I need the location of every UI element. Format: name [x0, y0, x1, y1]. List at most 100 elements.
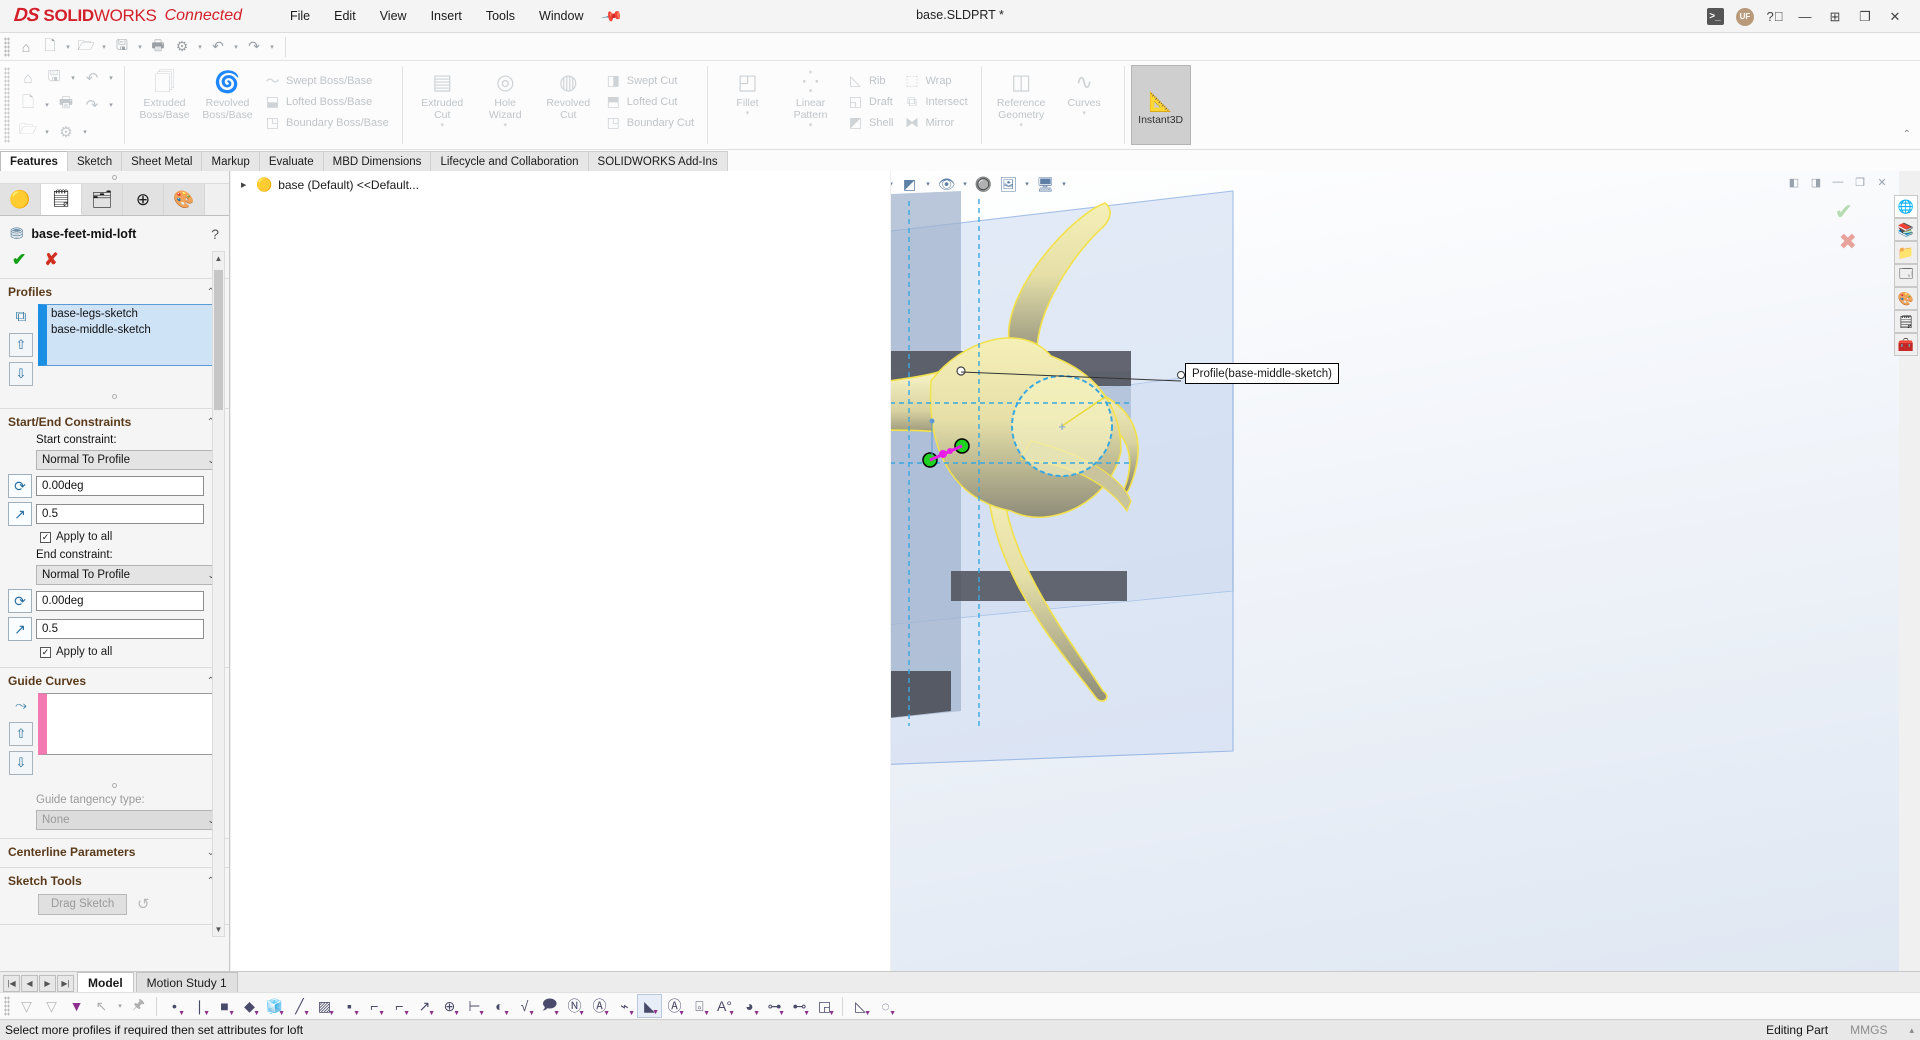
- filter-vertices-icon[interactable]: • ▼: [162, 994, 187, 1018]
- extruded-cut-button[interactable]: ▤ Extruded Cut ▾: [411, 65, 474, 130]
- 3dexperience-marketplace-icon[interactable]: 🧰: [1894, 333, 1918, 356]
- graphics-viewport[interactable]: 🔎 🔍 🔙 ▥ 🧊 ▾ ◩ ▾ 👁 ▾ 🔘 🖼 ▾ 🖥 ▾ ◧ ◨ — ❐ ✕ …: [891, 171, 1899, 971]
- file-explorer-icon[interactable]: 📁: [1894, 241, 1918, 264]
- filter-surface-bodies-icon[interactable]: ◆ ▼: [237, 994, 262, 1018]
- bottom-toolbar-grip[interactable]: [4, 996, 10, 1016]
- open-icon-ribbon[interactable]: 🗁: [15, 120, 41, 144]
- filter-planes-icon[interactable]: ▨ ▼: [312, 994, 337, 1018]
- units-chevron-up-icon[interactable]: ▴: [1909, 1025, 1914, 1036]
- previous-tab-button[interactable]: ◀: [21, 975, 38, 992]
- open-icon[interactable]: 🗁: [74, 35, 98, 59]
- home-icon[interactable]: ⌂: [14, 35, 38, 59]
- rib-button[interactable]: ◺ Rib: [842, 70, 898, 91]
- save-chevron-icon[interactable]: ▾: [134, 43, 146, 51]
- filter-sketch-segments-icon[interactable]: ⌐ ▼: [387, 994, 412, 1018]
- start-tangent-length-input[interactable]: 0.5: [36, 504, 204, 524]
- end-tangent-length-input[interactable]: 0.5: [36, 619, 204, 639]
- curves-button[interactable]: ∿ Curves ▾: [1053, 65, 1116, 118]
- first-tab-button[interactable]: |◀: [3, 975, 20, 992]
- toggle-filter-icon[interactable]: ▼: [64, 994, 89, 1018]
- help-icon[interactable]: ?⃝: [1760, 3, 1790, 31]
- filter-edges-icon[interactable]: ❘ ▼: [187, 994, 212, 1018]
- scroll-up-arrow-icon[interactable]: ▲: [213, 254, 224, 263]
- menu-file[interactable]: File: [278, 5, 322, 27]
- move-guide-up-button[interactable]: ⇧: [9, 722, 33, 746]
- open-chevron-icon[interactable]: ▾: [98, 43, 110, 51]
- lofted-cut-button[interactable]: ⬒ Lofted Cut: [600, 91, 699, 112]
- wrap-button[interactable]: ⬚ Wrap: [898, 70, 972, 91]
- maximize-button[interactable]: ❐: [1850, 3, 1880, 31]
- filter-solid-bodies-icon[interactable]: 🧊 ▼: [262, 994, 287, 1018]
- hole-wizard-chevron-icon[interactable]: ▾: [503, 122, 507, 130]
- print-icon-ribbon[interactable]: 🖶: [53, 93, 79, 117]
- minimize-button[interactable]: —: [1790, 3, 1820, 31]
- save-icon-ribbon[interactable]: 🖫: [41, 66, 67, 90]
- filter-datums-icon[interactable]: Ⓝ ▼: [562, 994, 587, 1018]
- filter-midpoints-icon[interactable]: ↗ ▼: [412, 994, 437, 1018]
- profiles-listbox[interactable]: base-legs-sketch base-middle-sketch: [38, 304, 221, 366]
- redo-icon-ribbon[interactable]: ↷: [79, 93, 105, 117]
- swept-cut-button[interactable]: ◨ Swept Cut: [600, 70, 699, 91]
- property-manager-scrollbar[interactable]: ▲ ▼: [212, 251, 225, 937]
- centerline-header[interactable]: Centerline Parameters ⌄: [0, 843, 229, 861]
- boundary-cut-button[interactable]: ◳ Boundary Cut: [600, 112, 699, 133]
- tab-mbd-dimensions[interactable]: MBD Dimensions: [322, 151, 432, 171]
- reference-geometry-chevron-icon[interactable]: ▾: [1019, 122, 1023, 130]
- scrollbar-thumb[interactable]: [214, 270, 223, 410]
- options-gear-icon[interactable]: ⚙: [170, 35, 194, 59]
- filter-geometric-tolerance-icon[interactable]: Ⓐ ▼: [662, 994, 687, 1018]
- extruded-boss-base-button[interactable]: 🗍 Extruded Boss/Base: [133, 65, 196, 121]
- start-end-header[interactable]: Start/End Constraints ⌃: [0, 413, 229, 431]
- drag-sketch-button[interactable]: Drag Sketch: [38, 893, 128, 915]
- move-profile-down-button[interactable]: ⇩: [9, 362, 33, 386]
- filter-faces-icon[interactable]: ■ ▼: [212, 994, 237, 1018]
- save-icon[interactable]: 🖫: [110, 35, 134, 59]
- undo-icon[interactable]: ↶: [206, 35, 230, 59]
- new-document-chevron-icon[interactable]: ▾: [62, 43, 74, 51]
- start-apply-to-all-checkbox[interactable]: ✓: [40, 531, 51, 543]
- new-chevron-icon-ribbon[interactable]: ▾: [41, 101, 53, 109]
- menu-view[interactable]: View: [368, 5, 419, 27]
- filter-route-segments-icon[interactable]: ⊷ ▼: [787, 994, 812, 1018]
- menu-window[interactable]: Window: [527, 5, 595, 27]
- end-draft-angle-input[interactable]: 0.00deg: [36, 591, 204, 611]
- scroll-down-arrow-icon[interactable]: ▼: [213, 925, 224, 934]
- open-chevron-icon-ribbon[interactable]: ▾: [41, 128, 53, 136]
- mirror-button[interactable]: ⧓ Mirror: [898, 112, 972, 133]
- revolved-boss-base-button[interactable]: 🌀 Revolved Boss/Base: [196, 65, 259, 121]
- panel-handle[interactable]: [0, 171, 229, 184]
- select-other-icon[interactable]: 🖈: [126, 994, 151, 1018]
- profile-item-1[interactable]: base-middle-sketch: [51, 323, 216, 339]
- instant3d-button[interactable]: 📐 Instant3D: [1130, 65, 1191, 145]
- tab-sketch[interactable]: Sketch: [66, 151, 123, 171]
- filter-surface-finish-icon[interactable]: ◐ ▼: [487, 994, 512, 1018]
- print-icon[interactable]: 🖶: [146, 35, 170, 59]
- move-profile-up-button[interactable]: ⇧: [9, 333, 33, 357]
- ribbon-grip[interactable]: [4, 67, 10, 143]
- ribbon-collapse-chevron-icon[interactable]: ⌃: [1903, 129, 1911, 140]
- filter-weld-beads-icon[interactable]: ◲ ▼: [812, 994, 837, 1018]
- toolbar-grip[interactable]: [4, 36, 10, 57]
- hole-wizard-button[interactable]: ◎ Hole Wizard ▾: [474, 65, 537, 130]
- tree-expand-arrow-icon[interactable]: ▶: [241, 181, 250, 189]
- undo-icon-ribbon[interactable]: ↶: [79, 66, 105, 90]
- filter-blocks-icon[interactable]: Ⓐ ▼: [587, 994, 612, 1018]
- undo-sketch-drag-icon[interactable]: ↺: [131, 892, 155, 916]
- options-chevron-icon-ribbon[interactable]: ▾: [79, 128, 91, 136]
- linear-pattern-button[interactable]: ⁛ Linear Pattern ▾: [779, 65, 842, 130]
- filter-magnetic-lines-icon[interactable]: ◌ ▼: [873, 994, 898, 1018]
- curves-chevron-icon[interactable]: ▾: [1082, 110, 1086, 118]
- profile-item-0[interactable]: base-legs-sketch: [51, 307, 216, 323]
- view-palette-icon[interactable]: 🗔: [1894, 264, 1918, 287]
- pin-icon[interactable]: 📌: [600, 4, 624, 28]
- filter-annotations-icon[interactable]: A° ▼: [712, 994, 737, 1018]
- filter-route-points-icon[interactable]: ⌁ ▼: [612, 994, 637, 1018]
- guide-curves-header[interactable]: Guide Curves ⌃: [0, 672, 229, 690]
- filter-sketch-points-icon[interactable]: ▪ ▼: [337, 994, 362, 1018]
- linear-pattern-chevron-icon[interactable]: ▾: [809, 122, 813, 130]
- menu-edit[interactable]: Edit: [322, 5, 368, 27]
- restore-button[interactable]: ⊞: [1820, 3, 1850, 31]
- home-icon-ribbon[interactable]: ⌂: [15, 66, 41, 90]
- lofted-boss-base-button[interactable]: ⬓ Lofted Boss/Base: [259, 91, 394, 112]
- tab-markup[interactable]: Markup: [201, 151, 260, 171]
